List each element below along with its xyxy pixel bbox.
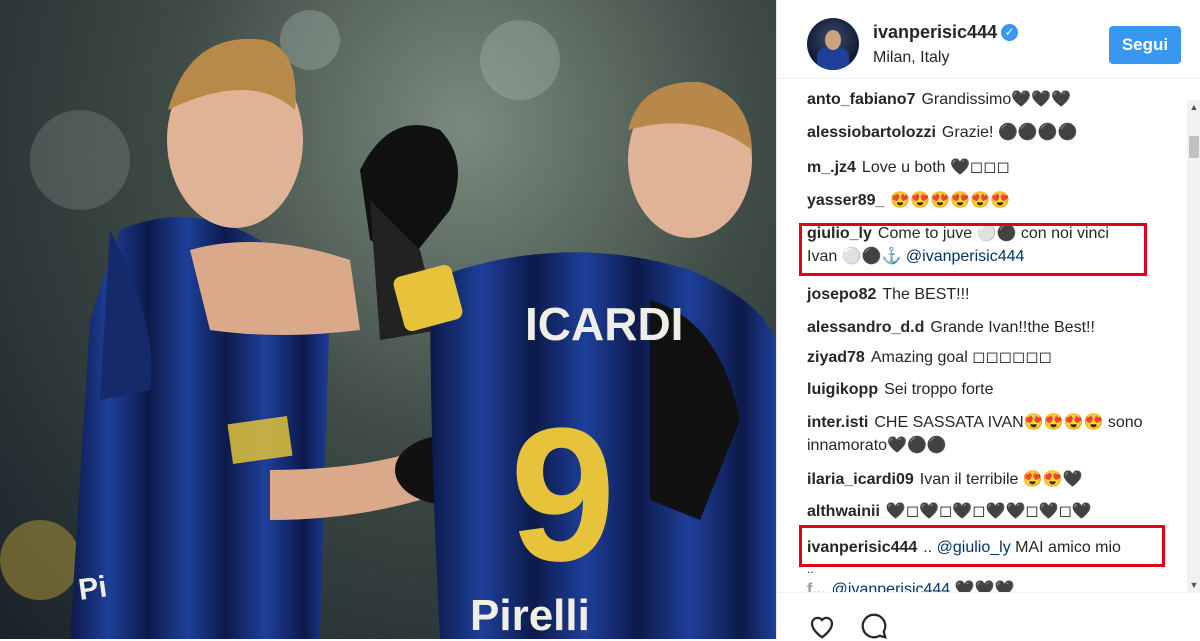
comment-text: Love u both 🖤◻◻◻ — [861, 159, 1010, 176]
comments-scrollbar[interactable]: ▲ ▼ — [1187, 100, 1200, 592]
comment-username[interactable]: ziyad78 — [807, 349, 865, 366]
post-side-panel: ivanperisic444 ✓ Milan, Italy Segui anto… — [776, 0, 1200, 639]
comment-username[interactable]: m_.jz4 — [807, 159, 856, 176]
verified-icon: ✓ — [1001, 24, 1018, 41]
comment-username[interactable]: inter.isti — [807, 414, 868, 431]
scroll-up-arrow-icon[interactable]: ▲ — [1187, 100, 1200, 114]
comment-item: f... @ivanperisic444 🖤🖤🖤 — [807, 578, 1167, 592]
post-actions — [777, 592, 1200, 640]
comment-text: Sei troppo forte — [884, 381, 994, 398]
heart-icon[interactable] — [807, 611, 837, 641]
sponsor-logo: Pirelli — [470, 591, 590, 639]
svg-text:Pi: Pi — [76, 570, 109, 607]
comment-item: m_.jz4 Love u both 🖤◻◻◻ — [807, 156, 1167, 179]
comment-item: inter.isti CHE SASSATA IVAN😍😍😍😍 sono inna… — [807, 411, 1157, 457]
jersey-name: ICARDI — [525, 298, 683, 350]
comment-text: Ivan il terribile 😍😍🖤 — [919, 471, 1083, 488]
comment-mention[interactable]: @ivanperisic444 — [832, 581, 951, 592]
comment-username[interactable]: alessandro_d.d — [807, 319, 924, 336]
comment-item: josepo82 The BEST!!! — [807, 283, 1167, 306]
comment-username[interactable]: yasser89_ — [807, 192, 884, 209]
comment-text: Amazing goal ◻◻◻◻◻◻ — [870, 349, 1052, 366]
comment-username[interactable]: f... — [807, 581, 826, 592]
comment-username[interactable]: josepo82 — [807, 286, 876, 303]
comment-username[interactable]: anto_fabiano7 — [807, 91, 915, 108]
comment-item: alessandro_d.d Grande Ivan!!the Best!! — [807, 316, 1167, 339]
highlight-box — [799, 525, 1165, 567]
highlight-box — [799, 223, 1147, 276]
comment-item: yasser89_ 😍😍😍😍😍😍 — [807, 189, 1167, 212]
comment-item: luigikopp Sei troppo forte — [807, 378, 1167, 401]
scroll-down-arrow-icon[interactable]: ▼ — [1187, 578, 1200, 592]
avatar[interactable] — [807, 18, 859, 70]
scrollbar-thumb[interactable] — [1189, 136, 1199, 158]
post-photo: ICARDI 9 Pirelli Pi — [0, 0, 776, 639]
post-header: ivanperisic444 ✓ Milan, Italy Segui — [777, 0, 1200, 79]
comment-item: althwainii 🖤◻🖤◻🖤◻🖤🖤◻🖤◻🖤 — [807, 500, 1167, 523]
comment-username[interactable]: luigikopp — [807, 381, 878, 398]
comment-text: Grandissimo🖤🖤🖤 — [921, 91, 1072, 108]
comment-text: 😍😍😍😍😍😍 — [890, 192, 1010, 209]
comment-text: Grazie! ⚫⚫⚫⚫ — [941, 124, 1078, 141]
location-link[interactable]: Milan, Italy — [873, 49, 949, 67]
comment-text-end: 🖤🖤🖤 — [950, 581, 1015, 592]
comment-text: 🖤◻🖤◻🖤◻🖤🖤◻🖤◻🖤 — [885, 503, 1092, 520]
comment-username[interactable]: ilaria_icardi09 — [807, 471, 914, 488]
comment-item: alessiobartolozzi Grazie! ⚫⚫⚫⚫ — [807, 121, 1167, 144]
comment-item: ziyad78 Amazing goal ◻◻◻◻◻◻ — [807, 346, 1167, 369]
comments-list: anto_fabiano7 Grandissimo🖤🖤🖤 alessiobarto… — [777, 78, 1187, 592]
comment-username[interactable]: alessiobartolozzi — [807, 124, 936, 141]
comment-text: Grande Ivan!!the Best!! — [930, 319, 1095, 336]
header-username[interactable]: ivanperisic444 — [873, 22, 997, 43]
jersey-number: 9 — [510, 389, 616, 601]
comment-icon[interactable] — [859, 611, 889, 641]
comment-text: The BEST!!! — [882, 286, 970, 303]
comment-item: ilaria_icardi09 Ivan il terribile 😍😍🖤 — [807, 468, 1167, 491]
football-players-illustration: ICARDI 9 Pirelli Pi — [0, 10, 776, 639]
follow-button[interactable]: Segui — [1109, 26, 1181, 64]
comment-item: anto_fabiano7 Grandissimo🖤🖤🖤 — [807, 88, 1167, 111]
comment-username[interactable]: althwainii — [807, 503, 880, 520]
